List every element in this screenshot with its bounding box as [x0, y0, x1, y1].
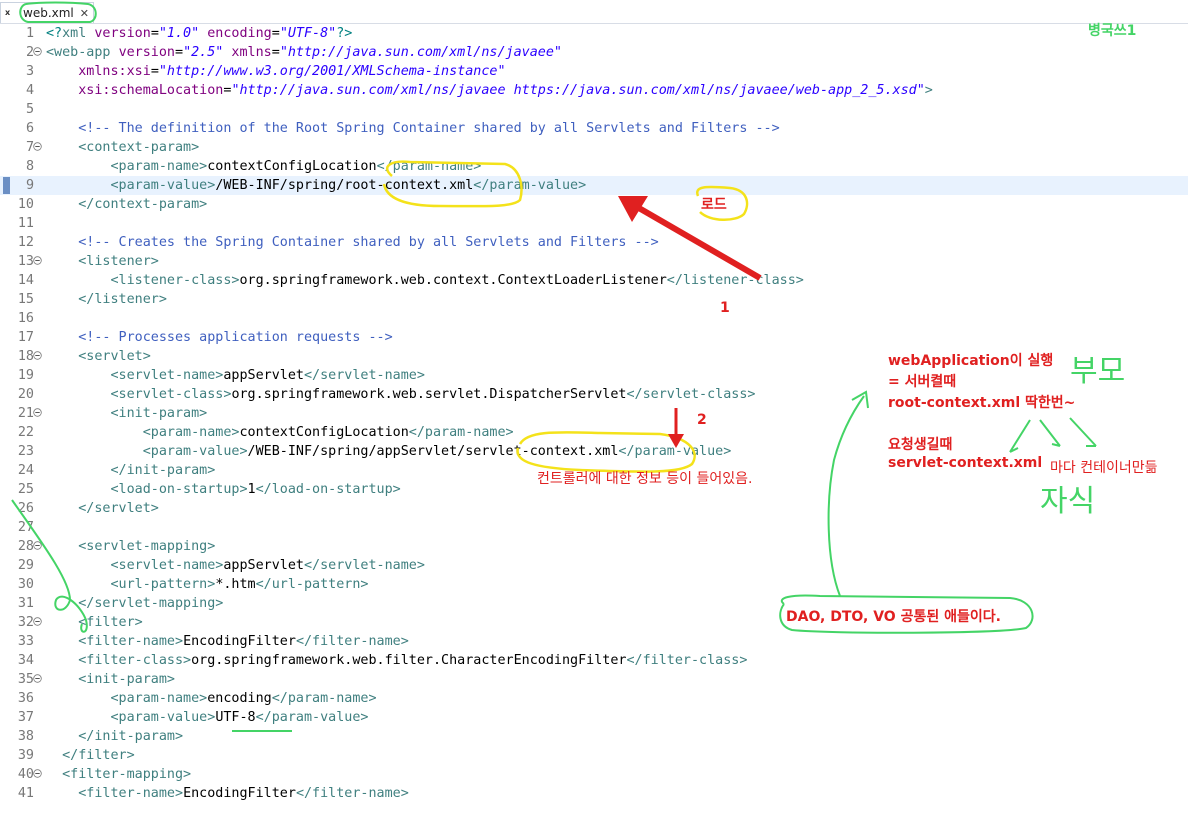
- pen-mark-tab: [19, 1, 97, 23]
- author-signature: 병국쓰1: [1088, 23, 1137, 39]
- note-on-request: 요청생길때: [888, 437, 953, 453]
- note-root-context-once: root-context.xml 딱한번~: [888, 395, 1076, 411]
- child-handwriting: 자식: [1040, 484, 1096, 519]
- pen-mark-left: [11, 499, 88, 633]
- pen-arrow-note: [827, 395, 865, 597]
- parent-handwriting: 부모: [1070, 354, 1126, 389]
- highlight-servlet-context: [516, 431, 696, 473]
- step-1-label: 1: [720, 300, 730, 316]
- note-servlet-context: servlet-context.xml: [888, 455, 1043, 471]
- pen-arrow-note-head: [851, 390, 869, 409]
- note-container-each: 마다 컨테이너만듦: [1050, 460, 1158, 476]
- load-label: 로드: [701, 197, 727, 213]
- controller-info-note: 컨트롤러에 대한 정보 등이 들어있음.: [537, 471, 753, 487]
- note-server-start: = 서버켤때: [888, 374, 957, 390]
- note-webapp-run: webApplication이 실행: [888, 353, 1054, 369]
- step-2-label: 2: [697, 412, 707, 428]
- dao-dto-vo-note: DAO, DTO, VO 공통된 애들이다.: [786, 609, 1001, 625]
- highlight-root-context: [382, 160, 523, 208]
- pen-arrows-tree: [1009, 417, 1097, 453]
